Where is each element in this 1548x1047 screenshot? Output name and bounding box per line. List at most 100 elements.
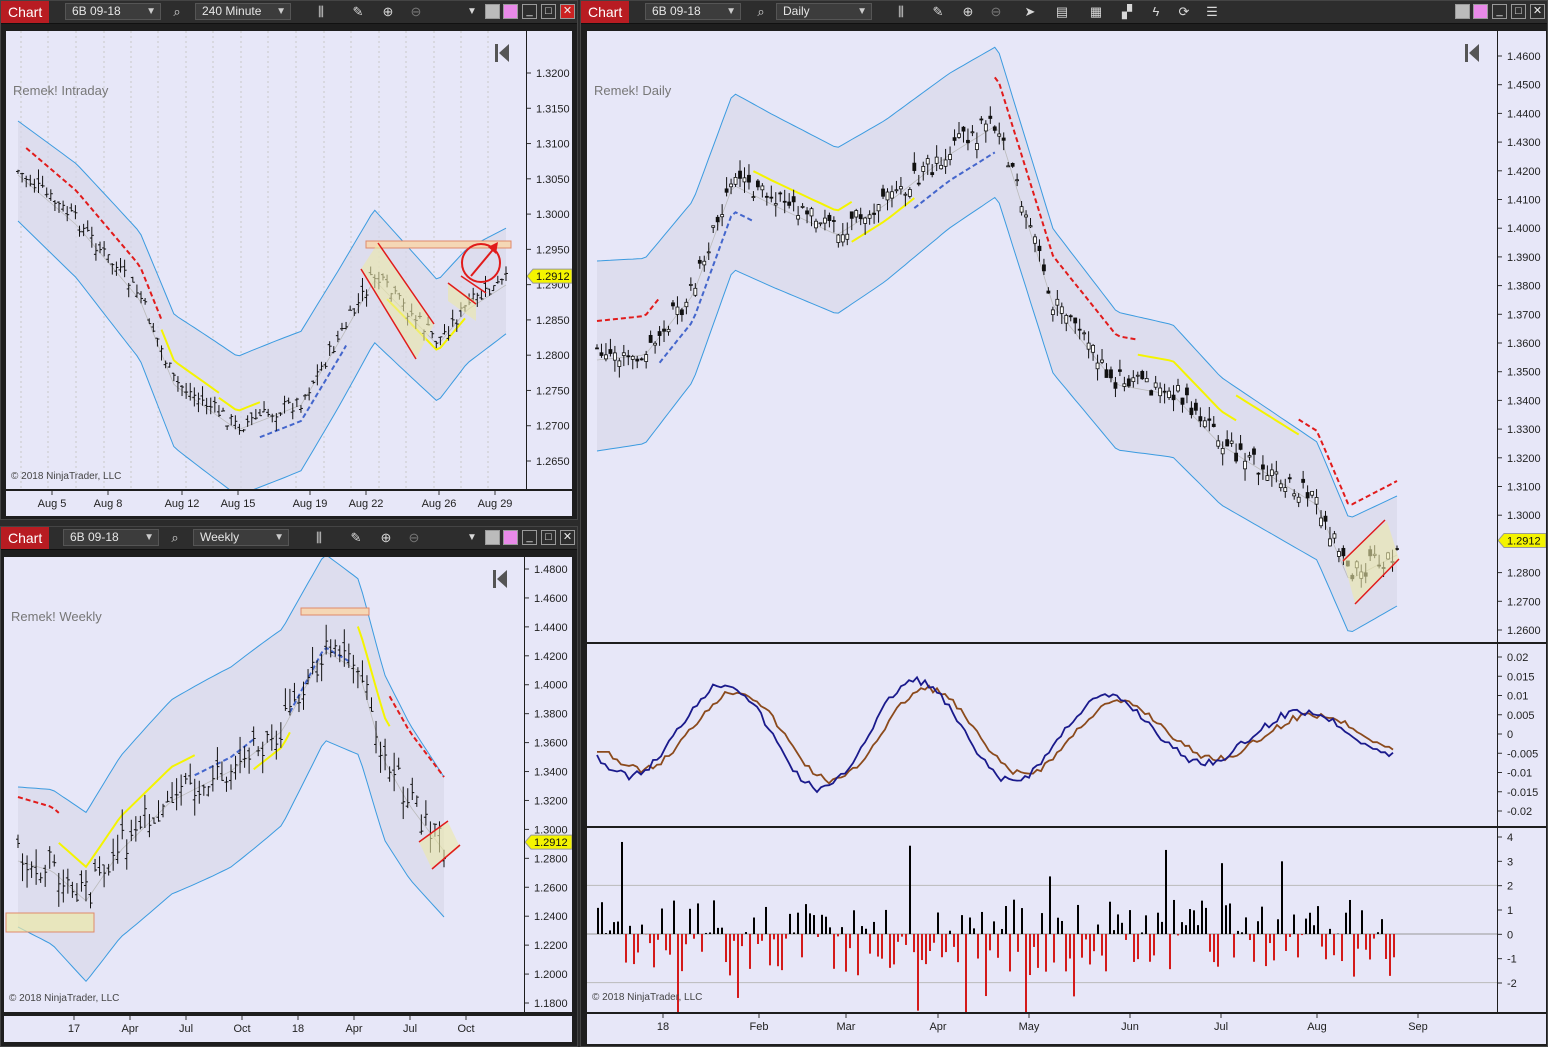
refresh-icon[interactable]: ⟳: [1175, 3, 1193, 21]
draw-icon[interactable]: ✎: [347, 529, 365, 547]
zoom-in-icon[interactable]: ⊕: [379, 3, 397, 21]
search-icon[interactable]: ⌕: [752, 3, 770, 21]
instrument-selector[interactable]: 6B 09-18 ▼: [65, 3, 161, 20]
scroll-to-end-icon[interactable]: [1464, 43, 1480, 63]
price-bar-body: [1189, 407, 1194, 415]
weekly-time-axis[interactable]: 17 Apr Jul Oct 18 Apr Jul Oct: [4, 1016, 572, 1042]
close-button[interactable]: ✕: [560, 4, 575, 19]
chart-menu-button[interactable]: Chart: [581, 1, 630, 23]
bar-type-icon[interactable]: ⫼: [892, 3, 910, 21]
analyzer-icon[interactable]: ϟ: [1147, 3, 1165, 21]
list-icon[interactable]: ☰: [1203, 3, 1221, 21]
oscillator-axis[interactable]: 0.02 0.015 0.01 0.005 0 -0.005 -0.01 -0.015 -0.0…: [1498, 644, 1546, 826]
interval-value: Daily: [783, 4, 810, 18]
price-label: 1.2000: [534, 969, 568, 981]
price-label: 1.3000: [1507, 510, 1541, 522]
link-color-gray-button[interactable]: [1455, 4, 1470, 19]
daily-price-axis[interactable]: 1.4600 1.4500 1.4400 1.4300 1.4200 1.4100 1.40…: [1497, 31, 1547, 642]
oscillator-panel[interactable]: [587, 644, 1497, 826]
scroll-to-end-icon[interactable]: [492, 569, 508, 589]
daily-time-axis[interactable]: 18 Feb Mar Apr May Jun Jul Aug Sep: [587, 1014, 1546, 1044]
chart-menu-button[interactable]: Chart: [1, 527, 50, 549]
zoom-out-icon[interactable]: ⊖: [987, 3, 1005, 21]
chevron-down-icon[interactable]: ▼: [463, 3, 481, 21]
price-bar-body: [595, 347, 599, 350]
histogram-axis[interactable]: 4 3 2 1 0 -1 -2: [1498, 828, 1546, 1012]
histogram-panel[interactable]: © 2018 NinjaTrader, LLC: [587, 828, 1497, 1027]
zoom-in-icon[interactable]: ⊕: [959, 3, 977, 21]
scroll-to-end-icon[interactable]: [494, 43, 510, 63]
price-bar-body: [1028, 225, 1033, 228]
price-bar-body: [1216, 440, 1221, 447]
price-bar-body: [729, 183, 733, 188]
minimize-button[interactable]: _: [522, 4, 537, 19]
draw-icon[interactable]: ✎: [929, 3, 947, 21]
histogram-bar: [953, 934, 955, 947]
maximize-button[interactable]: □: [541, 530, 556, 545]
link-color-pink-button[interactable]: [503, 4, 518, 19]
zoom-out-icon[interactable]: ⊖: [407, 3, 425, 21]
histogram-bar: [609, 930, 611, 934]
histogram-bar: [969, 917, 971, 934]
weekly-price-axis[interactable]: 1.4800 1.4600 1.4400 1.4200 1.4000 1.3800 1.36…: [524, 557, 573, 1012]
link-color-gray-button[interactable]: [485, 530, 500, 545]
indicators-icon[interactable]: ▦: [1087, 3, 1105, 21]
bar-type-icon[interactable]: ⫼: [312, 3, 330, 21]
maximize-button[interactable]: □: [541, 4, 556, 19]
instrument-selector[interactable]: 6B 09-18 ▼: [63, 529, 159, 546]
minimize-button[interactable]: _: [1492, 4, 1507, 19]
search-icon[interactable]: ⌕: [166, 529, 184, 547]
histogram-bar: [973, 928, 975, 934]
histogram-bar: [1117, 914, 1119, 934]
close-button[interactable]: ✕: [560, 530, 575, 545]
instrument-selector[interactable]: 6B 09-18 ▼: [645, 3, 741, 20]
histogram-bar: [849, 934, 851, 949]
draw-icon[interactable]: ✎: [349, 3, 367, 21]
price-label: 1.3000: [534, 824, 568, 836]
pointer-icon[interactable]: ➤: [1021, 3, 1039, 21]
link-color-pink-button[interactable]: [1473, 4, 1488, 19]
price-bar-body: [630, 355, 635, 360]
close-button[interactable]: ✕: [1530, 4, 1545, 19]
price-label: 1.2850: [536, 315, 570, 327]
histogram-bar: [949, 930, 951, 934]
daily-price-panel[interactable]: Remek! Daily: [587, 31, 1497, 642]
chevron-down-icon[interactable]: ▼: [463, 529, 481, 547]
interval-selector[interactable]: Daily ▼: [776, 3, 872, 20]
histogram-bar: [1325, 934, 1327, 960]
histogram-bar: [1393, 934, 1395, 958]
price-bar-body: [1091, 344, 1095, 353]
properties-icon[interactable]: ▤: [1053, 3, 1071, 21]
interval-selector[interactable]: Weekly ▼: [193, 529, 289, 546]
intraday-price-chart: [16, 31, 512, 496]
intraday-price-axis[interactable]: 1.3200 1.3150 1.3100 1.3050 1.3000 1.2950 1.29…: [526, 31, 573, 489]
time-label: Jun: [1121, 1021, 1139, 1033]
chart-menu-button[interactable]: Chart: [1, 1, 50, 23]
zoom-out-icon[interactable]: ⊖: [405, 529, 423, 547]
histogram-bar: [601, 902, 603, 934]
strategies-icon[interactable]: ▞: [1118, 3, 1136, 21]
price-bar-body: [943, 159, 948, 167]
histogram-bar: [729, 934, 731, 976]
price-bar-body: [612, 352, 617, 361]
bar-type-icon[interactable]: ⫼: [310, 529, 328, 547]
search-icon[interactable]: ⌕: [168, 3, 186, 21]
interval-selector[interactable]: 240 Minute ▼: [195, 3, 291, 20]
zoom-in-icon[interactable]: ⊕: [377, 529, 395, 547]
histogram-bar: [1193, 910, 1195, 934]
histogram-bar: [1349, 899, 1351, 934]
histogram-bar: [861, 926, 863, 934]
minimize-button[interactable]: _: [522, 530, 537, 545]
price-bar-body: [1006, 165, 1011, 168]
link-color-gray-button[interactable]: [485, 4, 500, 19]
intraday-price-panel[interactable]: Remek! Intraday © 2018 NinjaTrader, LLC: [6, 31, 526, 496]
price-bar-body: [800, 205, 805, 208]
histogram-bar: [625, 934, 627, 963]
weekly-price-panel[interactable]: Remek! Weekly © 2018 NinjaTrader, LLC: [4, 554, 524, 1012]
intraday-time-axis[interactable]: Aug 5 Aug 8 Aug 12 Aug 15 Aug 19 Aug 22 Aug 26…: [6, 491, 572, 516]
channel-fill: [18, 121, 506, 495]
link-color-pink-button[interactable]: [503, 530, 518, 545]
time-label: Mar: [837, 1021, 856, 1033]
price-bar-body: [1247, 455, 1252, 458]
maximize-button[interactable]: □: [1511, 4, 1526, 19]
